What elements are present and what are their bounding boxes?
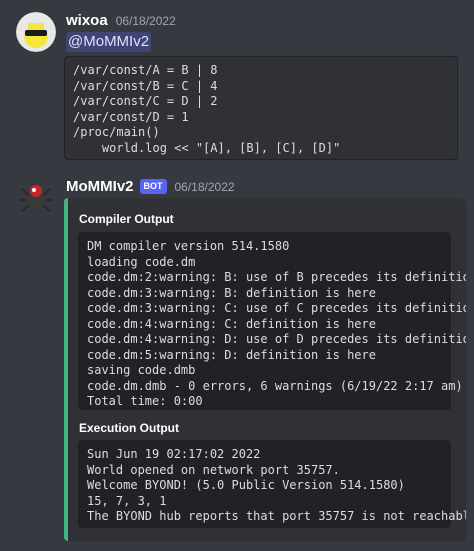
avatar[interactable] [16, 178, 56, 218]
execution-output-code-block: Sun Jun 19 02:17:02 2022 World opened on… [78, 440, 466, 528]
code-block: /var/const/A = B | 8 /var/const/B = C | … [64, 56, 458, 160]
username[interactable]: MoMMIv2 [66, 178, 134, 195]
avatar[interactable] [16, 12, 56, 52]
message-header: MoMMIv2 BOT 06/18/2022 [66, 178, 235, 195]
username[interactable]: wixoa [66, 12, 108, 29]
embed-accent-bar [64, 198, 68, 541]
message-header: wixoa 06/18/2022 [66, 12, 176, 29]
embed: Compiler Output DM compiler version 514.… [64, 198, 466, 541]
field-name-compiler-output: Compiler Output [79, 212, 174, 226]
timestamp: 06/18/2022 [174, 179, 235, 194]
timestamp: 06/18/2022 [115, 13, 176, 28]
code-text: /var/const/A = B | 8 /var/const/B = C | … [73, 63, 341, 155]
code-text: Sun Jun 19 02:17:02 2022 World opened on… [87, 447, 466, 523]
field-name-execution-output: Execution Output [79, 421, 179, 435]
user-mention[interactable]: @MoMMIv2 [66, 32, 152, 52]
code-text: DM compiler version 514.1580 loading cod… [87, 239, 466, 408]
bot-badge: BOT [139, 179, 167, 194]
compiler-output-code-block: DM compiler version 514.1580 loading cod… [78, 232, 466, 410]
